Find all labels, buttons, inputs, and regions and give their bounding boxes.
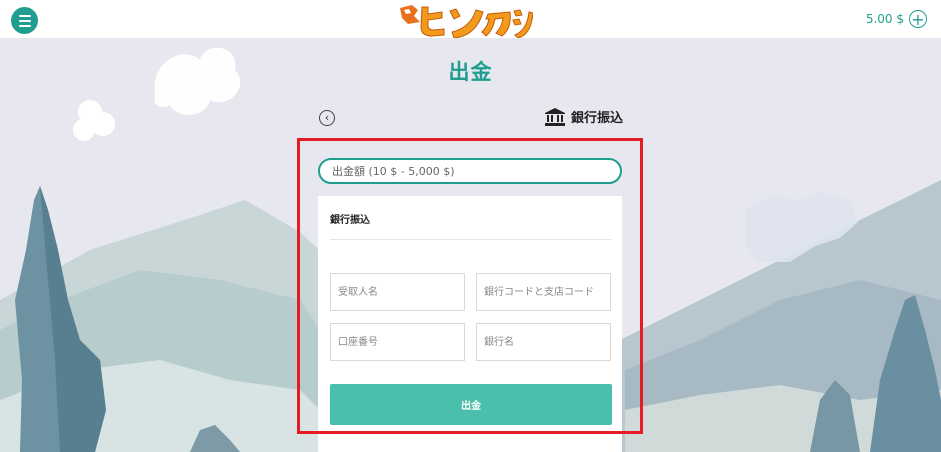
bank-icon [545, 107, 565, 126]
menu-bar [18, 24, 31, 27]
account-number-field[interactable] [330, 323, 465, 361]
withdraw-submit-button[interactable]: 出金 [330, 384, 612, 425]
back-chevron-icon[interactable]: ‹ [319, 110, 335, 126]
bank-name-field[interactable] [476, 323, 611, 361]
menu-bar [18, 19, 31, 22]
top-header: 5.00 $ + [0, 0, 941, 38]
site-logo[interactable] [398, 2, 533, 38]
bank-branch-code-field[interactable] [476, 273, 611, 311]
hamburger-menu-icon[interactable] [11, 7, 38, 34]
recipient-name-field[interactable] [330, 273, 465, 311]
selected-payment-method: 銀行振込 [545, 107, 623, 126]
payment-method-label: 銀行振込 [571, 111, 624, 126]
withdrawal-amount-input[interactable] [318, 158, 622, 184]
form-section-title: 銀行振込 [330, 215, 370, 226]
add-funds-plus-icon[interactable]: + [909, 10, 927, 28]
section-divider [330, 239, 612, 240]
menu-bar [18, 14, 31, 17]
bank-transfer-form-card: 銀行振込 出金 [318, 196, 622, 452]
page-title: 出金 [448, 60, 493, 84]
balance-display: 5.00 $ + [866, 10, 927, 28]
balance-amount: 5.00 $ [865, 12, 904, 26]
